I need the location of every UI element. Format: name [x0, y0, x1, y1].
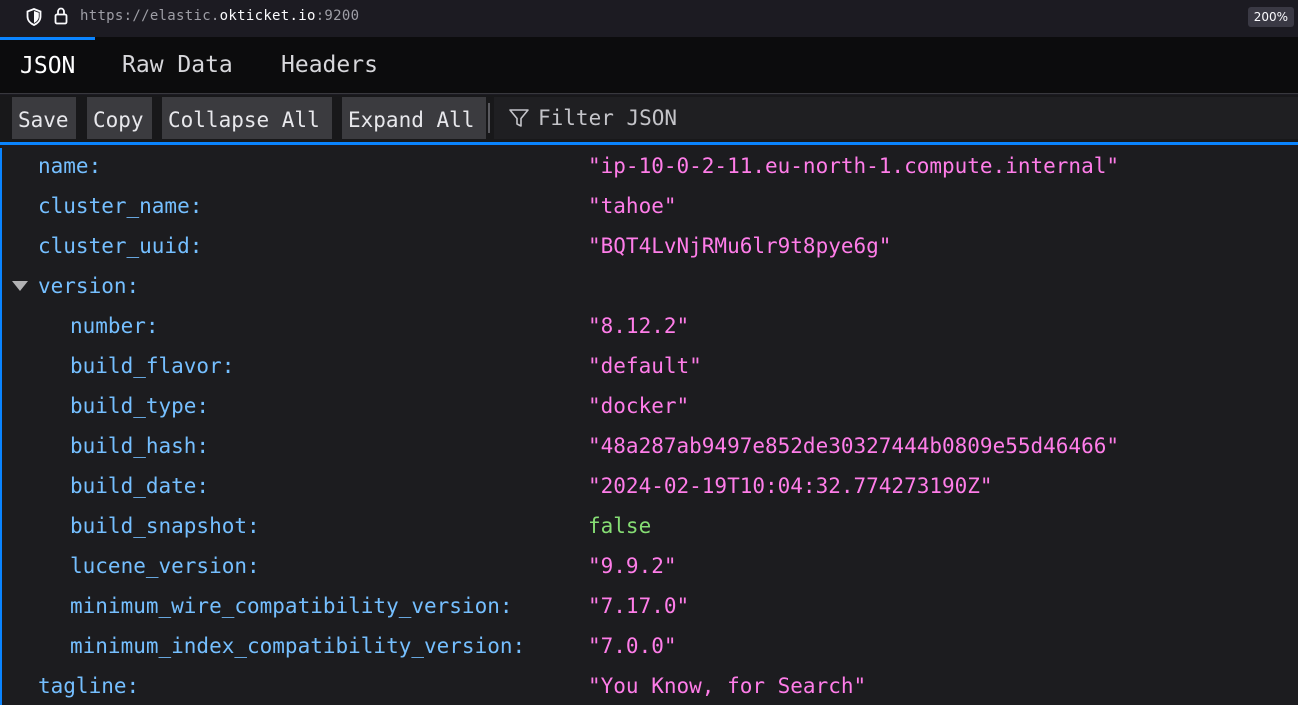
json-value-string: "You Know, for Search": [588, 674, 867, 698]
tab-raw-data[interactable]: Raw Data: [102, 37, 253, 94]
filter-icon: [509, 109, 529, 127]
json-row-version[interactable]: version:: [2, 268, 1298, 308]
url-port: :9200: [315, 8, 360, 24]
json-tree: name: "ip-10-0-2-11.eu-north-1.compute.i…: [0, 148, 1298, 705]
json-key: tagline:: [38, 674, 140, 698]
collapse-all-button[interactable]: Collapse All: [162, 97, 332, 139]
json-row-name[interactable]: name: "ip-10-0-2-11.eu-north-1.compute.i…: [2, 148, 1298, 188]
url-host: okticket.io: [219, 8, 316, 24]
expand-all-button[interactable]: Expand All: [342, 97, 486, 139]
json-row-build-flavor[interactable]: build_flavor: "default": [2, 348, 1298, 388]
copy-button[interactable]: Copy: [87, 97, 152, 139]
json-value-string: "default": [588, 354, 702, 378]
json-key: build_flavor:: [70, 354, 235, 378]
toolbar-separator: [488, 103, 490, 133]
json-value-string: "docker": [588, 394, 690, 418]
viewer-tabs: JSON Raw Data Headers: [0, 37, 1298, 94]
json-key: number:: [70, 314, 159, 338]
json-row-build-date[interactable]: build_date: "2024-02-19T10:04:32.7742731…: [2, 468, 1298, 508]
json-row-cluster-uuid[interactable]: cluster_uuid: "BQT4LvNjRMu6lr9t8pye6g": [2, 228, 1298, 268]
json-row-cluster-name[interactable]: cluster_name: "tahoe": [2, 188, 1298, 228]
json-value-string: "9.9.2": [588, 554, 677, 578]
shield-icon[interactable]: [26, 8, 42, 26]
url-bar[interactable]: https://elastic.okticket.io:9200 200%: [0, 0, 1298, 34]
json-row-number[interactable]: number: "8.12.2": [2, 308, 1298, 348]
json-key: build_date:: [70, 474, 210, 498]
json-value-string: "7.0.0": [588, 634, 677, 658]
json-key: cluster_name:: [38, 194, 203, 218]
json-key: build_type:: [70, 394, 210, 418]
json-key: lucene_version:: [70, 554, 260, 578]
json-value-string: "8.12.2": [588, 314, 690, 338]
filter-json-input[interactable]: [538, 106, 1238, 130]
json-row-min-wire-version[interactable]: minimum_wire_compatibility_version: "7.1…: [2, 588, 1298, 628]
json-toolbar: Save Copy Collapse All Expand All: [0, 95, 1298, 145]
save-button[interactable]: Save: [12, 97, 76, 139]
lock-icon[interactable]: [54, 7, 68, 25]
json-key: name:: [38, 154, 102, 178]
json-key: build_snapshot:: [70, 514, 260, 538]
url-prefix: https://elastic.: [80, 8, 220, 24]
json-key: minimum_index_compatibility_version:: [70, 634, 526, 658]
json-row-min-index-version[interactable]: minimum_index_compatibility_version: "7.…: [2, 628, 1298, 668]
json-row-lucene-version[interactable]: lucene_version: "9.9.2": [2, 548, 1298, 588]
expand-triangle-icon[interactable]: [12, 281, 28, 291]
json-key: cluster_uuid:: [38, 234, 203, 258]
json-value-string: "48a287ab9497e852de30327444b0809e55d4646…: [588, 434, 1120, 458]
json-value-string: "2024-02-19T10:04:32.774273190Z": [588, 474, 993, 498]
json-row-build-type[interactable]: build_type: "docker": [2, 388, 1298, 428]
json-key: build_hash:: [70, 434, 210, 458]
json-key: version:: [38, 274, 140, 298]
json-row-build-hash[interactable]: build_hash: "48a287ab9497e852de30327444b…: [2, 428, 1298, 468]
json-key: minimum_wire_compatibility_version:: [70, 594, 513, 618]
json-value-boolean: false: [588, 514, 652, 538]
url-text[interactable]: https://elastic.okticket.io:9200: [80, 8, 359, 24]
zoom-badge[interactable]: 200%: [1247, 7, 1294, 27]
json-row-tagline[interactable]: tagline: "You Know, for Search": [2, 668, 1298, 705]
json-value-string: "BQT4LvNjRMu6lr9t8pye6g": [588, 234, 892, 258]
json-row-build-snapshot[interactable]: build_snapshot: false: [2, 508, 1298, 548]
tab-headers[interactable]: Headers: [261, 37, 398, 94]
filter-box[interactable]: [494, 97, 1298, 139]
json-value-string: "ip-10-0-2-11.eu-north-1.compute.interna…: [588, 154, 1120, 178]
json-value-string: "tahoe": [588, 194, 677, 218]
json-value-string: "7.17.0": [588, 594, 690, 618]
tab-json[interactable]: JSON: [0, 37, 96, 94]
